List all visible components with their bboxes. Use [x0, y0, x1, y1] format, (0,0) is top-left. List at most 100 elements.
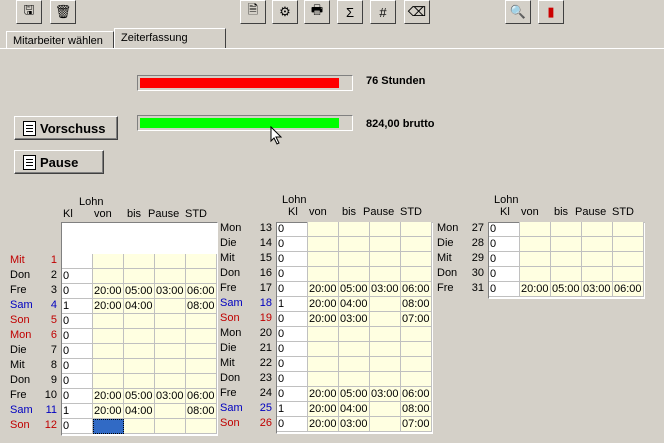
cell-bis[interactable]: [124, 269, 155, 284]
cell-bis[interactable]: [124, 254, 155, 269]
cell-pause[interactable]: [370, 267, 401, 282]
cell-kl[interactable]: 1: [277, 297, 308, 312]
eraser-icon[interactable]: ⌫: [404, 0, 430, 24]
cell-bis[interactable]: 04:00: [339, 297, 370, 312]
cell-von[interactable]: 20:00: [93, 404, 124, 419]
cell-std[interactable]: [401, 357, 432, 372]
cell-bis[interactable]: 04:00: [124, 299, 155, 314]
cell-von[interactable]: [93, 359, 124, 374]
cell-bis[interactable]: [124, 374, 155, 389]
cell-std[interactable]: [186, 329, 217, 344]
cell-pause[interactable]: [155, 344, 186, 359]
cell-bis[interactable]: 05:00: [124, 284, 155, 299]
cell-von[interactable]: [308, 252, 339, 267]
cell-pause[interactable]: 03:00: [370, 282, 401, 297]
cell-von[interactable]: [308, 372, 339, 387]
cell-kl[interactable]: 0: [277, 342, 308, 357]
cell-bis[interactable]: 03:00: [339, 417, 370, 432]
cell-von[interactable]: 20:00: [308, 312, 339, 327]
cell-std[interactable]: 08:00: [186, 404, 217, 419]
cell-std[interactable]: 06:00: [613, 282, 644, 297]
cell-von[interactable]: [93, 314, 124, 329]
cell-von[interactable]: [520, 267, 551, 282]
cell-pause[interactable]: [155, 269, 186, 284]
cell-pause[interactable]: [370, 327, 401, 342]
cell-std[interactable]: 07:00: [401, 312, 432, 327]
cell-bis[interactable]: [339, 252, 370, 267]
cell-std[interactable]: [186, 254, 217, 269]
cell-bis[interactable]: [339, 327, 370, 342]
cell-std[interactable]: [186, 359, 217, 374]
cell-pause[interactable]: 03:00: [155, 284, 186, 299]
cell-kl[interactable]: 0: [277, 387, 308, 402]
cell-std[interactable]: 06:00: [186, 389, 217, 404]
cell-kl[interactable]: 0: [277, 372, 308, 387]
cell-pause[interactable]: [370, 417, 401, 432]
cell-std[interactable]: 07:00: [401, 417, 432, 432]
cell-bis[interactable]: 04:00: [124, 404, 155, 419]
cell-pause[interactable]: 03:00: [582, 282, 613, 297]
cell-pause[interactable]: [155, 359, 186, 374]
cell-von[interactable]: 20:00: [93, 299, 124, 314]
cell-kl[interactable]: 0: [277, 252, 308, 267]
cell-bis[interactable]: 05:00: [339, 282, 370, 297]
cell-pause[interactable]: [370, 342, 401, 357]
cell-std[interactable]: [401, 237, 432, 252]
cell-pause[interactable]: 03:00: [370, 387, 401, 402]
cell-bis[interactable]: [124, 419, 155, 434]
tab-time-tracking[interactable]: Zeiterfassung: [114, 28, 226, 49]
cell-kl[interactable]: 0: [62, 419, 93, 434]
cell-pause[interactable]: [370, 402, 401, 417]
cell-std[interactable]: [613, 237, 644, 252]
cell-bis[interactable]: [551, 267, 582, 282]
cell-pause[interactable]: [155, 419, 186, 434]
cell-bis[interactable]: [124, 314, 155, 329]
cell-pause[interactable]: [370, 222, 401, 237]
sum-icon[interactable]: Σ: [337, 0, 363, 24]
cell-von[interactable]: 20:00: [308, 387, 339, 402]
cell-pause[interactable]: 03:00: [155, 389, 186, 404]
cell-std[interactable]: [186, 269, 217, 284]
print-icon[interactable]: 🖶: [304, 0, 330, 24]
save-icon[interactable]: 🖫: [16, 0, 42, 24]
cell-kl[interactable]: 0: [277, 222, 308, 237]
cell-std[interactable]: 06:00: [401, 282, 432, 297]
cell-von[interactable]: 20:00: [308, 417, 339, 432]
cell-std[interactable]: 08:00: [186, 299, 217, 314]
cell-kl[interactable]: 0: [277, 312, 308, 327]
cell-von[interactable]: [308, 357, 339, 372]
cell-bis[interactable]: 05:00: [551, 282, 582, 297]
cell-von[interactable]: [520, 237, 551, 252]
cell-kl[interactable]: 0: [62, 374, 93, 389]
cell-std[interactable]: [401, 222, 432, 237]
cell-von[interactable]: 20:00: [308, 282, 339, 297]
cell-bis[interactable]: [339, 372, 370, 387]
cell-bis[interactable]: 05:00: [339, 387, 370, 402]
cell-std[interactable]: [186, 374, 217, 389]
cell-std[interactable]: 08:00: [401, 402, 432, 417]
cell-pause[interactable]: [370, 372, 401, 387]
cell-pause[interactable]: [155, 374, 186, 389]
cell-std[interactable]: 08:00: [401, 297, 432, 312]
cell-bis[interactable]: [339, 357, 370, 372]
cell-kl[interactable]: 0: [489, 237, 520, 252]
search-icon[interactable]: 🔍: [505, 0, 531, 24]
cell-std[interactable]: 06:00: [186, 284, 217, 299]
cell-bis[interactable]: [551, 237, 582, 252]
cell-bis[interactable]: 05:00: [124, 389, 155, 404]
cell-std[interactable]: [401, 342, 432, 357]
cell-kl[interactable]: 0: [277, 417, 308, 432]
cell-bis[interactable]: [339, 267, 370, 282]
cell-kl[interactable]: 0: [489, 252, 520, 267]
cell-std[interactable]: [401, 327, 432, 342]
cell-von[interactable]: [520, 252, 551, 267]
calculate-icon[interactable]: ⚙: [272, 0, 298, 24]
cell-kl[interactable]: 0: [489, 282, 520, 297]
cell-bis[interactable]: [551, 252, 582, 267]
cell-std[interactable]: [613, 267, 644, 282]
cell-von[interactable]: [93, 269, 124, 284]
cell-pause[interactable]: [582, 252, 613, 267]
cell-kl[interactable]: 0: [277, 357, 308, 372]
cell-pause[interactable]: [155, 329, 186, 344]
cell-std[interactable]: [401, 372, 432, 387]
